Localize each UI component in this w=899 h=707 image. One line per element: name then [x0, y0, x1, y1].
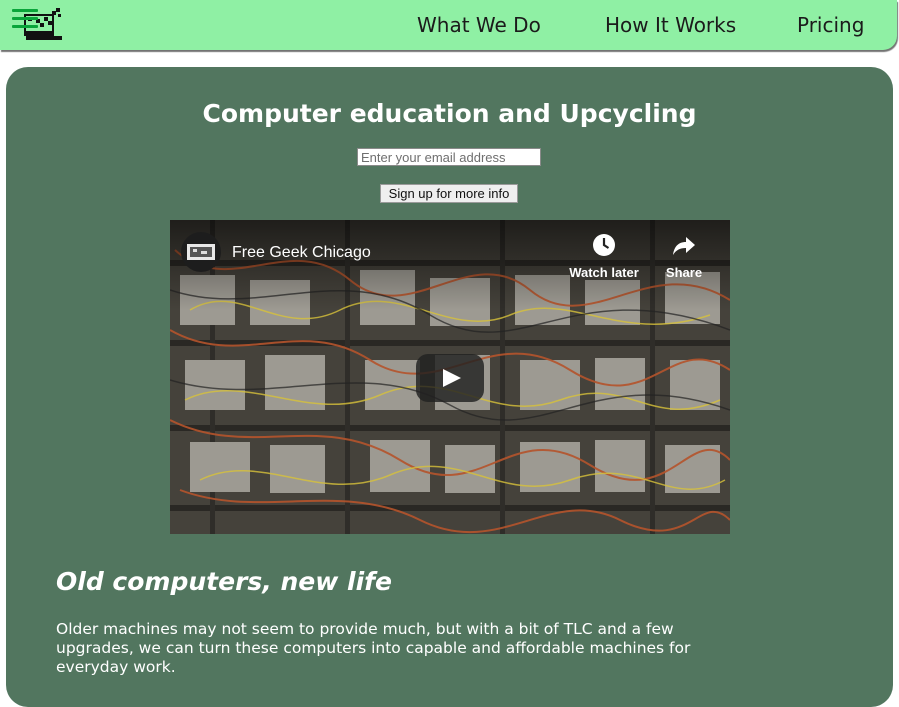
- video-title[interactable]: Free Geek Chicago: [232, 244, 371, 262]
- share-label: Share: [665, 265, 703, 280]
- play-icon: [416, 354, 484, 402]
- video-embed[interactable]: Free Geek Chicago Watch later Share: [170, 220, 730, 534]
- section-title: Old computers, new life: [56, 567, 392, 596]
- clock-icon: [593, 234, 615, 256]
- page-title: Computer education and Upcycling: [202, 99, 697, 128]
- nav-link-pricing[interactable]: Pricing: [797, 13, 864, 37]
- nav-link-what-we-do[interactable]: What We Do: [417, 13, 541, 37]
- main-panel: Computer education and Upcycling Sign up…: [6, 67, 893, 707]
- section-body: Older machines may not seem to provide m…: [56, 620, 691, 676]
- hamburger-menu-icon[interactable]: [12, 9, 38, 31]
- email-field[interactable]: [357, 148, 541, 166]
- nav-link-how-it-works[interactable]: How It Works: [605, 13, 736, 37]
- top-navbar: What We Do How It Works Pricing: [0, 0, 897, 50]
- watch-later-label: Watch later: [569, 265, 639, 280]
- share-button[interactable]: Share: [649, 232, 719, 280]
- channel-avatar[interactable]: [181, 232, 221, 272]
- share-arrow-icon: [673, 237, 695, 255]
- signup-button[interactable]: Sign up for more info: [380, 184, 518, 203]
- watch-later-button[interactable]: Watch later: [569, 232, 639, 280]
- video-overlay: [170, 220, 730, 310]
- play-button[interactable]: [416, 354, 484, 402]
